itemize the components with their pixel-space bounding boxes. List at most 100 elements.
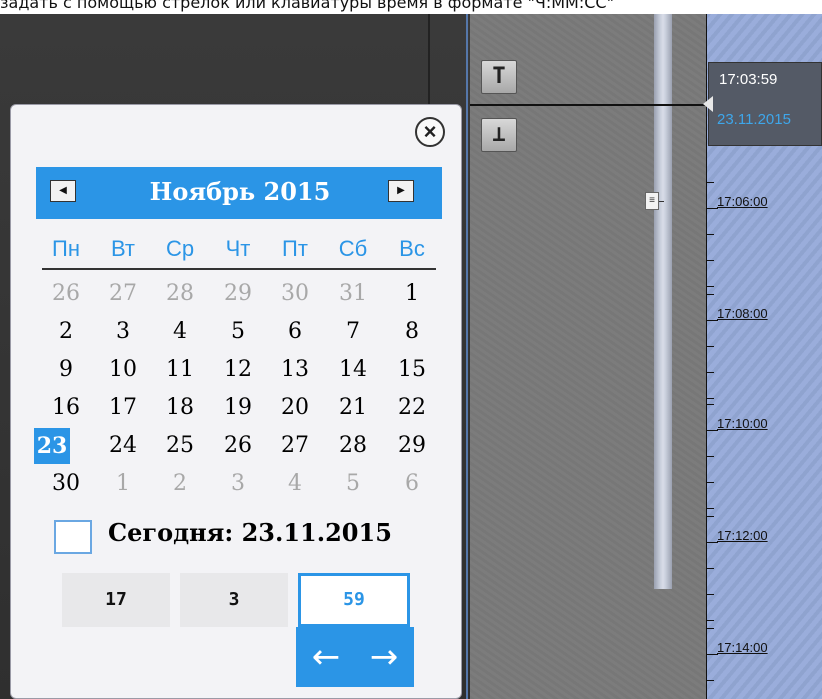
calendar-day[interactable]: 4 — [156, 314, 204, 350]
calendar-day[interactable]: 6 — [388, 466, 436, 502]
calendar-day[interactable]: 16 — [42, 390, 90, 426]
calendar-day[interactable]: 5 — [329, 466, 377, 502]
calendar-day[interactable]: 4 — [271, 466, 319, 502]
calendar-day[interactable]: 18 — [156, 390, 204, 426]
increment-arrow-icon[interactable]: → — [364, 639, 404, 675]
calendar-day[interactable]: 24 — [99, 428, 147, 464]
decrement-arrow-icon[interactable]: ← — [306, 639, 346, 675]
triangle-right-icon: ▶ — [397, 185, 405, 196]
calendar-day[interactable]: 31 — [329, 276, 377, 312]
timeline-minor-tick — [706, 508, 714, 509]
calendar-day[interactable]: 2 — [156, 466, 204, 502]
calendar-day[interactable]: 29 — [214, 276, 262, 312]
timeline-axis — [706, 14, 707, 699]
timeline-minor-tick — [706, 346, 714, 347]
timeline-scroll-track[interactable] — [654, 14, 672, 589]
calendar-day[interactable]: 27 — [99, 276, 147, 312]
calendar-day[interactable]: 28 — [329, 428, 377, 464]
weekday-label: Сб — [338, 236, 368, 261]
calendar-day[interactable]: 6 — [271, 314, 319, 350]
today-checkbox[interactable] — [54, 520, 92, 554]
calendar-day[interactable]: 17 — [99, 390, 147, 426]
timeline-minor-tick — [706, 286, 714, 287]
timeline-minor-tick — [706, 182, 714, 183]
timeline-minor-tick — [706, 594, 714, 595]
hours-field[interactable]: 17 — [62, 573, 170, 627]
calendar-day[interactable]: 20 — [271, 390, 319, 426]
calendar-day[interactable]: 3 — [214, 466, 262, 502]
calendar-day[interactable]: 13 — [271, 352, 319, 388]
timeline-minor-tick — [706, 260, 714, 261]
calendar-header: ◀ Ноябрь 2015 ▶ — [36, 167, 442, 219]
align-top-button[interactable]: T — [481, 60, 517, 94]
timeline-minor-tick — [706, 234, 714, 235]
calendar-day-selected[interactable]: 23 — [34, 428, 70, 464]
calendar-day[interactable]: 27 — [271, 428, 319, 464]
timeline-minor-tick — [706, 456, 714, 457]
timeline-minor-tick — [706, 516, 714, 517]
next-month-button[interactable]: ▶ — [388, 180, 414, 202]
calendar-day[interactable]: 26 — [42, 276, 90, 312]
calendar-day[interactable]: 7 — [329, 314, 377, 350]
timeline-minor-tick — [706, 628, 714, 629]
timeline-minor-tick — [706, 620, 714, 621]
instruction-caption: задать с помощью стрелок или клавиатуры … — [0, 0, 614, 12]
align-bottom-button[interactable]: ⊥ — [481, 118, 517, 152]
calendar-day[interactable]: 30 — [42, 466, 90, 502]
calendar-day[interactable]: 15 — [388, 352, 436, 388]
minutes-field[interactable]: 3 — [180, 573, 288, 627]
timeline-tick-label: 17:08:00 — [717, 306, 768, 321]
panel-divider-blue — [466, 14, 468, 699]
time-pointer-icon — [703, 96, 713, 112]
calendar-day[interactable]: 12 — [214, 352, 262, 388]
timeline-minor-tick — [706, 398, 714, 399]
time-stepper: ← → — [296, 627, 414, 687]
calendar-day[interactable]: 11 — [156, 352, 204, 388]
calendar-day[interactable]: 22 — [388, 390, 436, 426]
timeline-minor-tick — [706, 404, 714, 405]
timeline-tick-label: 17:10:00 — [717, 416, 768, 431]
calendar-day[interactable]: 1 — [388, 276, 436, 312]
align-top-icon: T — [492, 64, 506, 89]
month-title: Ноябрь 2015 — [149, 177, 331, 206]
timeline-minor-tick — [706, 372, 714, 373]
calendar-day[interactable]: 21 — [329, 390, 377, 426]
timeline-scroll-handle[interactable]: ≡ — [645, 192, 664, 210]
weekday-label: Ср — [165, 236, 195, 261]
weekday-label: Вс — [399, 236, 425, 261]
prev-month-button[interactable]: ◀ — [50, 180, 76, 202]
timeline-tick-label: 17:06:00 — [717, 194, 768, 209]
calendar-day[interactable]: 3 — [99, 314, 147, 350]
calendar-day[interactable]: 26 — [214, 428, 262, 464]
current-time-box: 17:03:59 23.11.2015 — [708, 62, 822, 146]
close-button[interactable]: × — [415, 117, 445, 147]
weekday-header: Пн Вт Ср Чт Пт Сб Вс — [42, 236, 436, 270]
seconds-field[interactable]: 59 — [298, 573, 410, 627]
timeline-minor-tick — [706, 294, 714, 295]
calendar-day[interactable]: 25 — [156, 428, 204, 464]
current-time-line — [470, 104, 710, 106]
calendar-day[interactable]: 29 — [388, 428, 436, 464]
current-time-label: 17:03:59 — [719, 71, 778, 88]
timeline-minor-tick — [706, 680, 714, 681]
timeline-tick-label: 17:14:00 — [717, 640, 768, 655]
calendar-day[interactable]: 5 — [214, 314, 262, 350]
triangle-left-icon: ◀ — [59, 185, 67, 196]
weekday-label: Чт — [225, 236, 251, 261]
calendar-day[interactable]: 8 — [388, 314, 436, 350]
align-bottom-icon: ⊥ — [492, 122, 506, 147]
calendar-day[interactable]: 1 — [99, 466, 147, 502]
calendar-day[interactable]: 28 — [156, 276, 204, 312]
current-date-label: 23.11.2015 — [717, 111, 791, 128]
timeline-minor-tick — [706, 482, 714, 483]
close-icon: × — [423, 119, 437, 144]
calendar-day[interactable]: 14 — [329, 352, 377, 388]
calendar-day[interactable]: 9 — [42, 352, 90, 388]
calendar-day[interactable]: 2 — [42, 314, 90, 350]
calendar-day[interactable]: 10 — [99, 352, 147, 388]
timeline-minor-tick — [706, 568, 714, 569]
calendar-day[interactable]: 19 — [214, 390, 262, 426]
today-label[interactable]: Сегодня: 23.11.2015 — [108, 518, 392, 547]
calendar-day[interactable]: 30 — [271, 276, 319, 312]
timeline-tick-label: 17:12:00 — [717, 528, 768, 543]
